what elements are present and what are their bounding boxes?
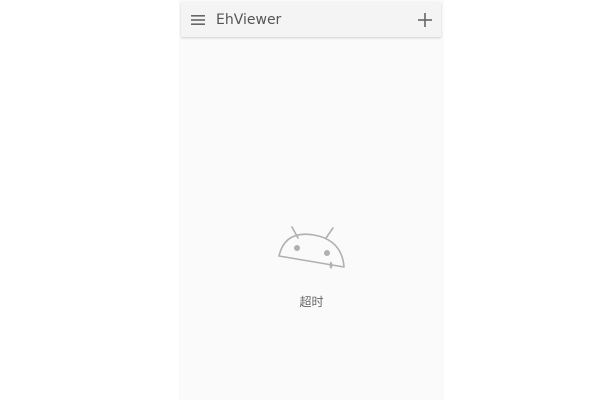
add-button[interactable] [415, 10, 435, 30]
plus-icon [418, 13, 432, 27]
menu-icon [191, 15, 205, 25]
top-app-bar: EhViewer [181, 2, 441, 37]
timeout-message: 超时 [299, 295, 324, 309]
app-title: EhViewer [216, 12, 282, 28]
sad-android-icon [277, 226, 345, 269]
menu-button[interactable] [189, 11, 207, 29]
empty-state: 超时 [179, 224, 444, 310]
app-screen: EhViewer 超时 [179, 0, 444, 400]
